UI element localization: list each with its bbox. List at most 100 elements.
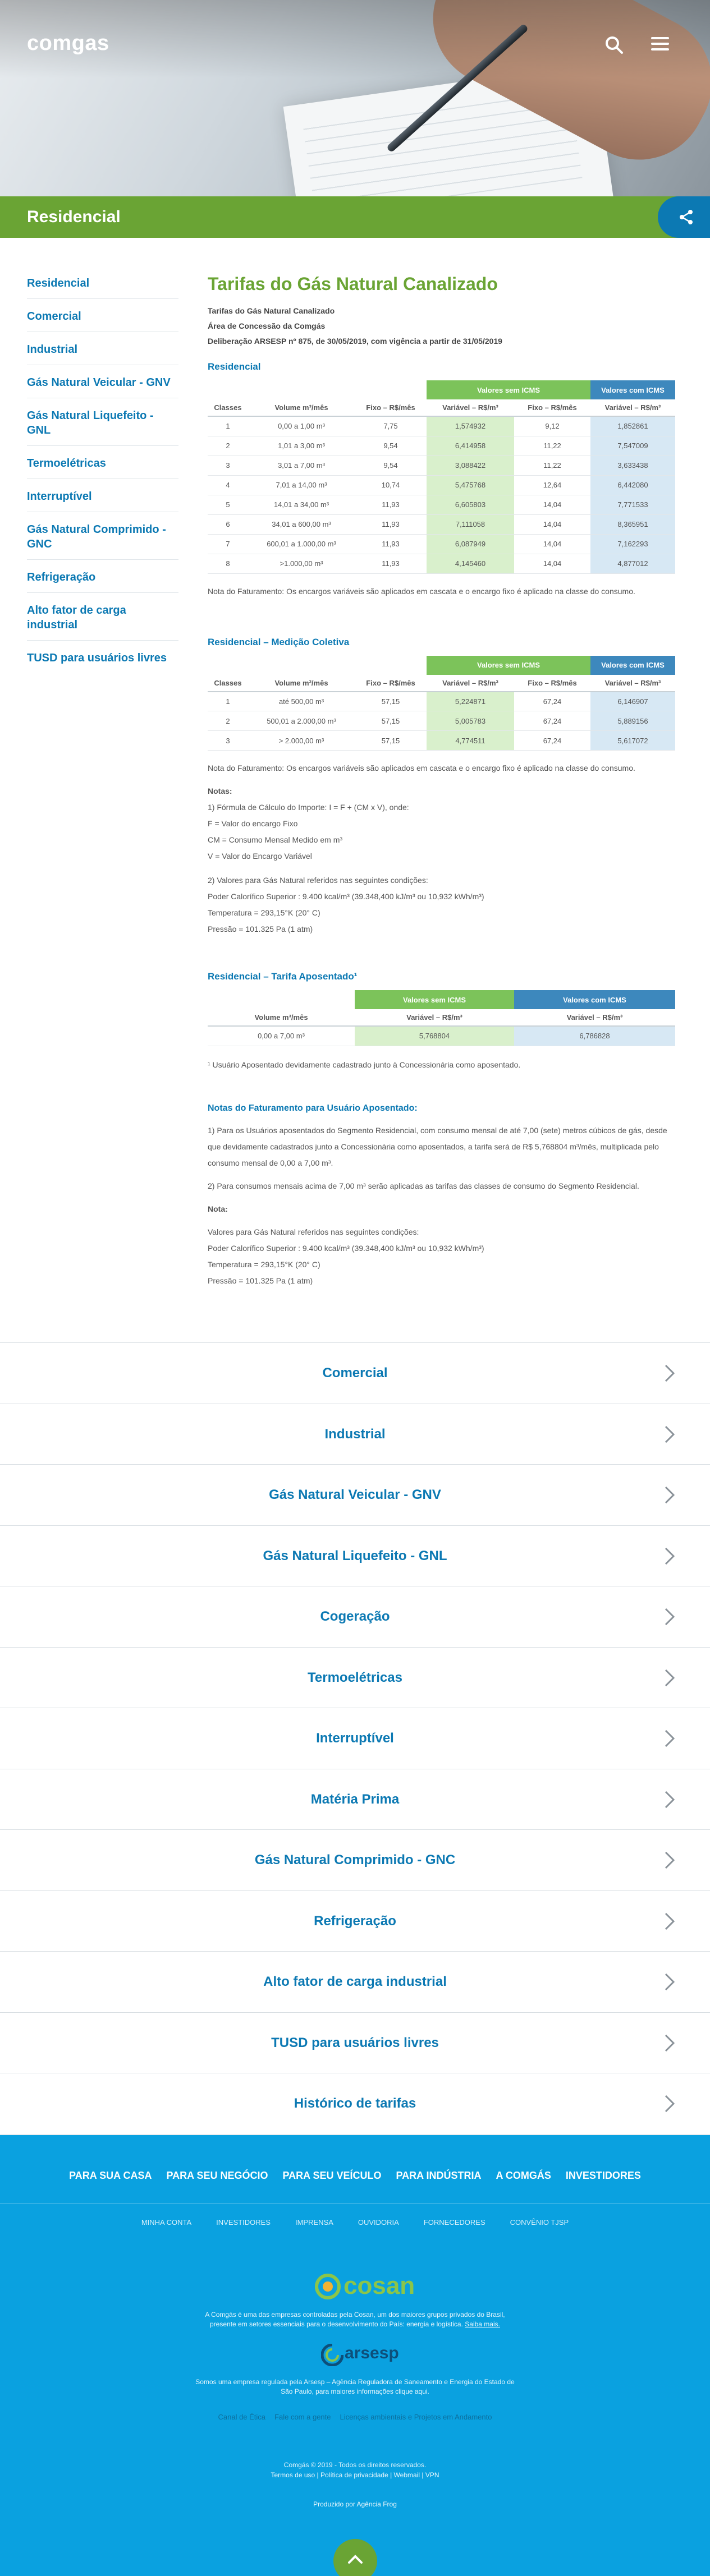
- table-cell: 3,01 a 7,00 m³: [248, 456, 355, 476]
- group-header: Valores sem ICMS: [427, 655, 590, 675]
- arsesp-logo[interactable]: arsesp: [345, 2344, 399, 2363]
- table-cell: 1,574932: [427, 416, 514, 436]
- sidebar-item-refrigeracao[interactable]: Refrigeração: [27, 568, 178, 593]
- sidebar-item-alto-fator[interactable]: Alto fator de carga industrial: [27, 601, 178, 641]
- footer-main-link[interactable]: PARA SUA CASA: [69, 2170, 152, 2182]
- sidebar-item-tusd[interactable]: TUSD para usuários livres: [27, 648, 178, 673]
- sidebar-item-gnc[interactable]: Gás Natural Comprimido - GNC: [27, 520, 178, 560]
- footer-extra-link[interactable]: Licenças ambientais e Projetos em Andame…: [340, 2413, 492, 2421]
- accordion-item[interactable]: Industrial: [0, 1404, 710, 1465]
- footer-main-link[interactable]: INVESTIDORES: [566, 2170, 641, 2182]
- table-cell: 1,852861: [590, 416, 675, 436]
- table-row: 1 0,00 a 1,00 m³ 7,75 1,574932 9,12 1,852861: [208, 416, 675, 436]
- accordion-item[interactable]: Interruptível: [0, 1708, 710, 1769]
- table-cell: 5,617072: [590, 730, 675, 751]
- chevron-right-icon: [665, 1912, 675, 1930]
- table-cell: 4,877012: [590, 554, 675, 574]
- notes-heading: Notas:: [208, 786, 232, 795]
- footer-main-link[interactable]: A COMGÁS: [496, 2170, 551, 2182]
- accordion-item[interactable]: Refrigeração: [0, 1891, 710, 1952]
- column-header: Volume m³/mês: [248, 399, 355, 417]
- column-header: Volume m³/mês: [248, 674, 355, 692]
- accordion-item[interactable]: Gás Natural Comprimido - GNC: [0, 1830, 710, 1891]
- accordion-item[interactable]: Comercial: [0, 1343, 710, 1404]
- footer-sub-link[interactable]: CONVÊNIO TJSP: [510, 2218, 569, 2227]
- sidebar-item-residencial[interactable]: Residencial: [27, 274, 178, 299]
- column-header: Variável – R$/m³: [355, 1009, 514, 1027]
- note-line: Pressão = 101.325 Pa (1 atm): [208, 924, 313, 933]
- table-cell: 6,087949: [427, 534, 514, 554]
- footer-main-link[interactable]: PARA INDÚSTRIA: [396, 2170, 482, 2182]
- footer-sub-link[interactable]: IMPRENSA: [295, 2218, 333, 2227]
- tariff-accordion: Comercial Industrial Gás Natural Veicular …: [0, 1342, 710, 2135]
- table-cell: 500,01 a 2.000,00 m³: [248, 711, 355, 731]
- table-cell: 6: [208, 514, 248, 535]
- sidebar-item-interruptivel[interactable]: Interruptível: [27, 487, 178, 512]
- footer-legal-link[interactable]: VPN: [425, 2471, 439, 2479]
- footer-legal-link[interactable]: Webmail: [394, 2471, 420, 2479]
- table-cell: 5,475768: [427, 475, 514, 495]
- accordion-label: Industrial: [324, 1426, 386, 1442]
- cosan-logo[interactable]: cosan: [343, 2272, 415, 2300]
- sidebar-item-comercial[interactable]: Comercial: [27, 307, 178, 332]
- group-header: Valores sem ICMS: [427, 380, 590, 399]
- table-cell: 11,93: [355, 514, 427, 535]
- table-cell: 11,93: [355, 495, 427, 515]
- accordion-item[interactable]: TUSD para usuários livres: [0, 2013, 710, 2073]
- footer-main-link[interactable]: PARA SEU NEGÓCIO: [166, 2170, 268, 2182]
- accordion-item[interactable]: Termoelétricas: [0, 1648, 710, 1708]
- table-cell: 1: [208, 691, 248, 711]
- sidebar-item-termoeletricas[interactable]: Termoelétricas: [27, 454, 178, 479]
- column-header: Variável – R$/m³: [590, 399, 675, 417]
- accordion-item[interactable]: Matéria Prima: [0, 1769, 710, 1830]
- sidebar-item-gnv[interactable]: Gás Natural Veicular - GNV: [27, 373, 178, 398]
- table-row: 3 > 2.000,00 m³ 57,15 4,774511 67,24 5,617072: [208, 730, 675, 751]
- footer-main-link[interactable]: PARA SEU VEÍCULO: [282, 2170, 381, 2182]
- sidebar-item-industrial[interactable]: Industrial: [27, 340, 178, 365]
- separator: |: [420, 2471, 425, 2479]
- cosan-saiba-mais-link[interactable]: Saiba mais.: [465, 2320, 500, 2328]
- footer-sub-link[interactable]: INVESTIDORES: [216, 2218, 271, 2227]
- note-line: Poder Calorífico Superior : 9.400 kcal/m…: [208, 892, 484, 901]
- table-cell: >1.000,00 m³: [248, 554, 355, 574]
- arsesp-text: São Paulo, para maiores informações cliq…: [281, 2388, 429, 2395]
- table-cell: 57,15: [355, 691, 427, 711]
- search-icon[interactable]: [604, 35, 624, 55]
- column-header: Classes: [208, 399, 248, 417]
- accordion-item[interactable]: Gás Natural Liquefeito - GNL: [0, 1526, 710, 1586]
- sidebar-item-gnl[interactable]: Gás Natural Liquefeito - GNL: [27, 406, 178, 446]
- table-cell: 5,224871: [427, 691, 514, 711]
- footer-sub-link[interactable]: OUVIDORIA: [358, 2218, 399, 2227]
- footer: PARA SUA CASA PARA SEU NEGÓCIO PARA SEU VE…: [0, 2135, 710, 2576]
- hamburger-menu-icon[interactable]: [651, 35, 671, 55]
- footer-sub-link[interactable]: MINHA CONTA: [141, 2218, 191, 2227]
- meta-line: Área de Concessão da Comgás: [208, 321, 326, 330]
- back-to-top-button[interactable]: [333, 2539, 377, 2576]
- retiree-note-heading: Nota:: [208, 1204, 228, 1213]
- arsesp-text: Somos uma empresa regulada pela Arsesp –…: [195, 2378, 515, 2386]
- footer-extra-link[interactable]: Fale com a gente: [274, 2413, 331, 2421]
- accordion-item[interactable]: Gás Natural Veicular - GNV: [0, 1465, 710, 1526]
- table-cell: 7,162293: [590, 534, 675, 554]
- note-line: 2) Valores para Gás Natural referidos na…: [208, 876, 428, 885]
- table-cell: 3,088422: [427, 456, 514, 476]
- footer-sub-link[interactable]: FORNECEDORES: [424, 2218, 485, 2227]
- column-header: Variável – R$/m³: [514, 1009, 675, 1027]
- chevron-right-icon: [665, 1364, 675, 1382]
- accordion-item[interactable]: Cogeração: [0, 1586, 710, 1648]
- table-cell: 7,75: [355, 416, 427, 436]
- footer-extra-link[interactable]: Canal de Ética: [218, 2413, 265, 2421]
- table-cell: 11,22: [514, 456, 590, 476]
- accordion-item[interactable]: Alto fator de carga industrial: [0, 1952, 710, 2013]
- copyright: Comgás © 2019 - Todos os direitos reserv…: [283, 2461, 427, 2469]
- chevron-right-icon: [665, 1973, 675, 1991]
- table-cell: 3,633438: [590, 456, 675, 476]
- accordion-item[interactable]: Histórico de tarifas: [0, 2073, 710, 2135]
- footer-legal-link[interactable]: Política de privacidade: [320, 2471, 388, 2479]
- share-button[interactable]: [658, 196, 710, 238]
- meta-line: Tarifas do Gás Natural Canalizado: [208, 306, 335, 315]
- table-cell: 3: [208, 730, 248, 751]
- accordion-label: TUSD para usuários livres: [271, 2035, 439, 2050]
- footer-legal-link[interactable]: Termos de uso: [271, 2471, 315, 2479]
- comgas-logo[interactable]: comgas: [27, 31, 109, 56]
